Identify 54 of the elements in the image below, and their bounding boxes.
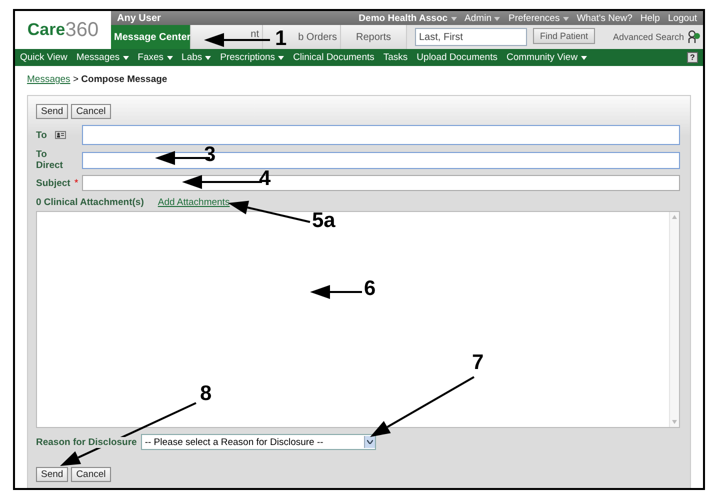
nav-menu-item[interactable]: Upload Documents — [416, 52, 498, 63]
nav-menu-item[interactable]: Quick View — [20, 52, 68, 63]
chevron-down-icon — [366, 440, 373, 444]
cancel-button[interactable]: Cancel — [71, 467, 111, 482]
nav-tab[interactable]: Reports — [341, 25, 407, 49]
top-link[interactable]: Demo Health Assoc — [358, 12, 457, 24]
required-mark: * — [74, 178, 78, 188]
field-label: Subject — [36, 178, 70, 188]
find-patient-button[interactable]: Find Patient — [533, 28, 596, 44]
caret-icon — [122, 56, 129, 60]
nav-menu-item[interactable]: Community View — [506, 52, 587, 63]
nav-menu-item[interactable]: Labs — [182, 52, 212, 63]
top-link[interactable]: What's New? — [576, 12, 632, 24]
nav-menu-item[interactable]: Prescriptions — [220, 52, 284, 63]
callout-number: 8 — [200, 383, 212, 404]
nav-menu-item[interactable]: Messages — [76, 52, 129, 63]
field-label: Reason for Disclosure — [36, 436, 137, 448]
nav-menu-item[interactable]: Tasks — [383, 52, 408, 63]
field-label: To — [36, 130, 47, 140]
patient-search-field[interactable]: Last, First — [415, 28, 527, 46]
help-icon[interactable]: ? — [687, 52, 698, 63]
top-link[interactable]: Preferences — [508, 12, 569, 24]
caret-icon — [278, 56, 284, 60]
breadcrumb-link[interactable]: Messages — [27, 74, 70, 85]
attachment-count: 0 Clinical Attachment(s) — [36, 197, 144, 208]
callout-number: 7 — [472, 352, 484, 373]
caret-icon — [580, 56, 587, 60]
send-button[interactable]: Send — [36, 104, 68, 119]
add-user-icon[interactable] — [688, 30, 700, 44]
cancel-button[interactable]: Cancel — [71, 104, 111, 119]
top-link[interactable]: Logout — [668, 12, 697, 24]
field-label: To Direct — [36, 149, 64, 171]
caret-icon — [205, 56, 212, 60]
callout-number: 5a — [312, 210, 336, 231]
address-book-icon[interactable] — [54, 131, 66, 139]
caret-icon — [562, 16, 569, 20]
callout-number: 4 — [259, 168, 271, 189]
add-attachments-link[interactable]: Add Attachments — [158, 197, 230, 208]
callout-number: 6 — [364, 278, 376, 299]
caret-icon — [494, 16, 500, 20]
nav-menu-item[interactable]: Clinical Documents — [293, 52, 374, 63]
advanced-search-link[interactable]: Advanced Search — [612, 32, 684, 42]
callout-number: 1 — [275, 28, 287, 49]
text-field[interactable] — [82, 125, 680, 145]
user-name: Any User — [117, 12, 162, 24]
nav-menu-item[interactable]: Faxes — [138, 52, 173, 63]
reason-select[interactable]: -- Please select a Reason for Disclosure -- — [140, 434, 376, 450]
breadcrumb: Messages > Compose Message — [27, 74, 168, 85]
caret-icon — [450, 16, 457, 20]
send-button[interactable]: Send — [36, 467, 68, 482]
top-link[interactable]: Help — [640, 12, 660, 24]
caret-icon — [166, 56, 173, 60]
top-link[interactable]: Admin — [464, 12, 500, 24]
callout-arrow — [310, 285, 362, 299]
